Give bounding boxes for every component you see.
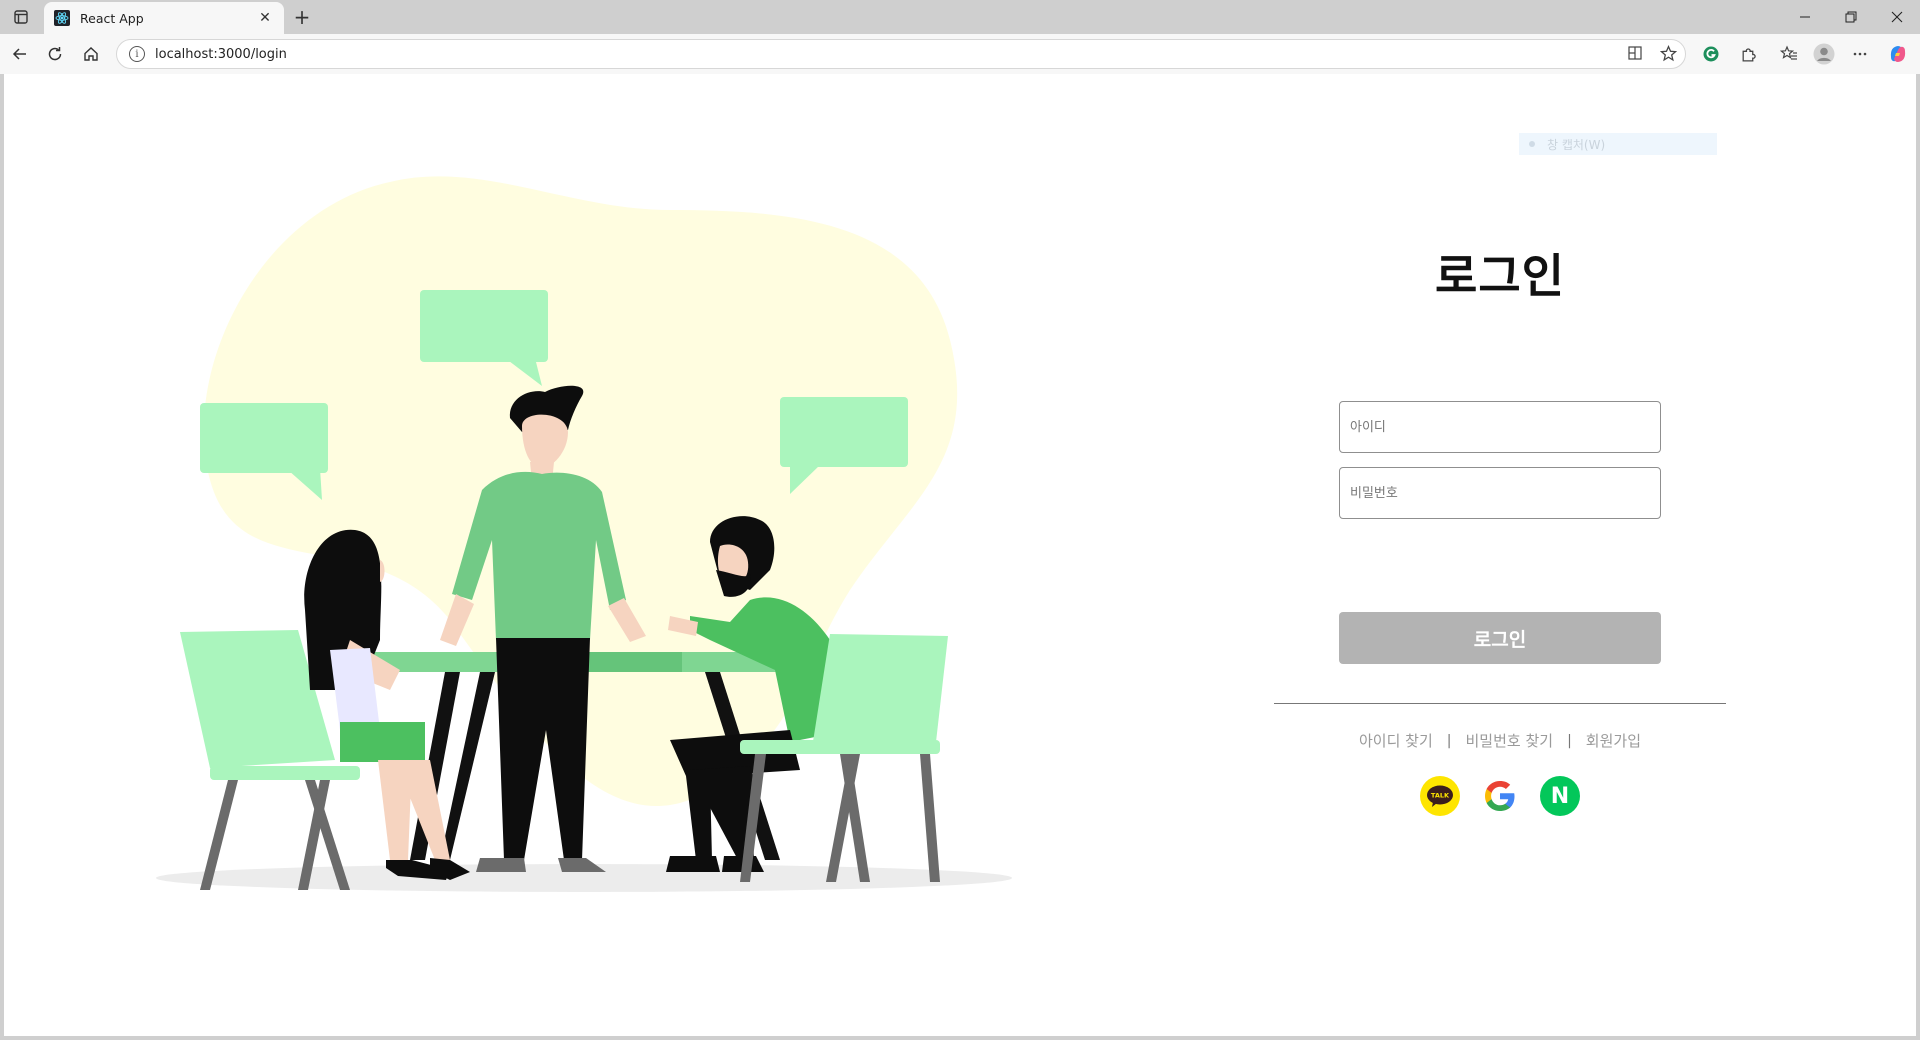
link-separator: | — [1446, 732, 1452, 749]
star-icon[interactable] — [1656, 41, 1680, 65]
google-login-button[interactable] — [1480, 776, 1520, 816]
account-links: 아이디 찾기 | 비밀번호 찾기 | 회원가입 — [1274, 730, 1726, 751]
extension-icon[interactable] — [1697, 40, 1725, 68]
browser-tab[interactable]: React App ✕ — [44, 2, 284, 34]
google-icon — [1485, 781, 1515, 811]
find-id-link[interactable]: 아이디 찾기 — [1359, 730, 1433, 751]
divider — [1274, 703, 1726, 704]
refresh-icon[interactable] — [41, 40, 69, 68]
plus-icon[interactable]: + — [290, 5, 314, 29]
browser-toolbar: i localhost:3000/login — [0, 34, 1920, 74]
window-capture-hint: 창 캡처(W) — [1519, 133, 1717, 155]
signup-link[interactable]: 회원가입 — [1586, 730, 1641, 751]
window-close-icon[interactable] — [1874, 0, 1920, 34]
info-icon[interactable]: i — [129, 46, 145, 62]
kakao-label: TALK — [1431, 792, 1450, 800]
immersive-reader-icon[interactable] — [1623, 41, 1647, 65]
link-separator: | — [1567, 732, 1572, 749]
page-viewport: 창 캡처(W) 로그인 아이디 로그인 아이디 찾기 | 비밀번호 찾기 | 회… — [4, 74, 1916, 1036]
copilot-icon[interactable] — [1884, 40, 1912, 68]
react-logo-icon — [54, 10, 70, 26]
password-input[interactable] — [1339, 467, 1661, 519]
puzzle-icon[interactable] — [1734, 40, 1762, 68]
profile-icon[interactable] — [1810, 40, 1838, 68]
page-title: 로그인 — [1435, 249, 1565, 303]
back-arrow-icon[interactable] — [6, 40, 34, 68]
capture-hint-dot — [1529, 141, 1535, 147]
kakao-login-button[interactable]: TALK — [1420, 776, 1460, 816]
favorites-icon[interactable] — [1775, 40, 1803, 68]
capture-hint-label: 창 캡처(W) — [1547, 137, 1606, 152]
url-text: localhost:3000/login — [155, 46, 287, 62]
tab-strip: React App ✕ + — [0, 0, 1920, 34]
restore-icon[interactable] — [1828, 0, 1874, 34]
home-icon[interactable] — [77, 40, 105, 68]
login-button[interactable]: 로그인 — [1339, 612, 1661, 664]
naver-icon: N — [1550, 783, 1570, 809]
tab-title: React App — [80, 10, 144, 26]
minimize-icon[interactable] — [1782, 0, 1828, 34]
address-bar[interactable]: i localhost:3000/login — [116, 39, 1686, 69]
more-icon[interactable] — [1846, 40, 1874, 68]
browser-window: React App ✕ + i localhost:3000/login 창 캡… — [0, 0, 1920, 1040]
id-input[interactable] — [1339, 401, 1661, 453]
kakao-icon: TALK — [1427, 785, 1453, 807]
naver-login-button[interactable]: N — [1540, 776, 1580, 816]
meeting-illustration — [156, 176, 1012, 892]
close-icon[interactable]: ✕ — [256, 9, 274, 27]
find-password-link[interactable]: 비밀번호 찾기 — [1466, 730, 1554, 751]
tab-actions-icon[interactable] — [8, 6, 34, 28]
